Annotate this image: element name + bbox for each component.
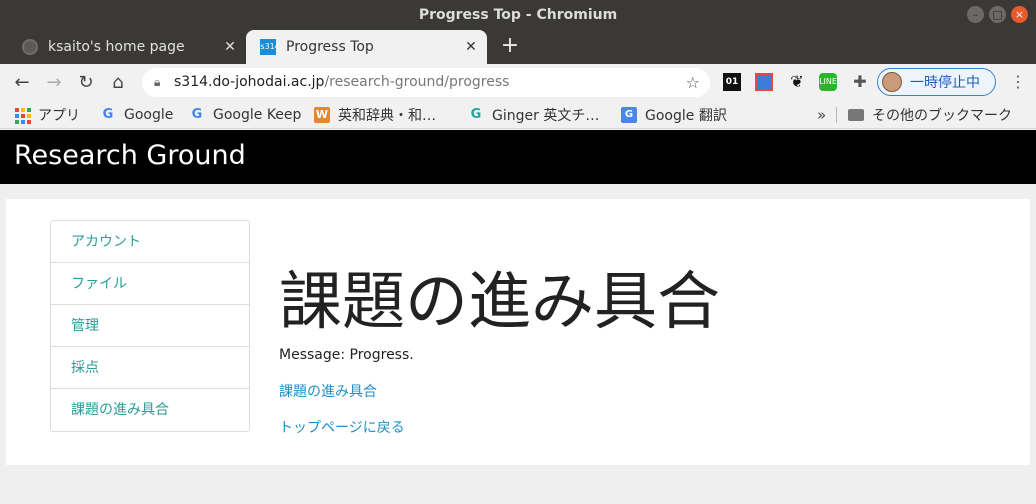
tab-ksaito-home[interactable]: ksaito's home page ✕ (8, 30, 246, 64)
extension-image-icon[interactable] (755, 73, 773, 91)
extension-01-icon[interactable]: 01 (723, 73, 741, 91)
extension-line-icon[interactable]: LINE (819, 73, 837, 91)
sidebar-item-grading[interactable]: 採点 (51, 347, 249, 389)
close-window-icon[interactable]: × (1011, 6, 1028, 23)
ginger-icon: G (470, 107, 482, 122)
puzzle-icon[interactable]: ✚ (851, 73, 869, 91)
back-icon[interactable]: ← (9, 70, 35, 96)
bookmark-star-icon[interactable]: ☆ (686, 68, 700, 97)
sidebar-nav: アカウント ファイル 管理 採点 課題の進み具合 (50, 220, 250, 432)
s314-favicon-icon: s314 (260, 39, 279, 55)
site-brand[interactable]: Research Ground (14, 140, 246, 171)
status-message: Message: Progress. (279, 347, 414, 363)
tab-label: Progress Top (286, 39, 374, 55)
window-titlebar: Progress Top - Chromium – □ × (0, 0, 1036, 30)
sidebar-item-admin[interactable]: 管理 (51, 305, 249, 347)
bookmark-label: Google (124, 107, 174, 123)
browser-toolbar: ← → ↻ ⌂ 🔒︎ s314.do-johodai.ac.jp/researc… (0, 64, 1036, 101)
folder-icon (848, 109, 864, 121)
kebab-menu-icon[interactable]: ⋮ (1008, 72, 1028, 92)
page-viewport: Research Ground アカウント ファイル 管理 採点 課題の進み具合… (0, 130, 1036, 504)
bookmark-label: Google Keep (213, 107, 302, 123)
bookmark-google-keep[interactable]: G Google Keep (189, 101, 302, 129)
google-icon: G (191, 107, 203, 122)
avatar (882, 72, 902, 92)
weblio-icon: W (314, 107, 330, 123)
bookmark-label: その他のブックマーク (872, 108, 1012, 124)
minimize-icon[interactable]: – (967, 6, 984, 23)
bookmark-weblio[interactable]: W 英和辞典・和… (314, 101, 436, 129)
content-panel: アカウント ファイル 管理 採点 課題の進み具合 課題の進み具合 Message… (6, 199, 1030, 465)
sidebar-item-account[interactable]: アカウント (51, 221, 249, 263)
tab-strip: ksaito's home page ✕ s314 Progress Top ✕… (0, 30, 1036, 64)
chevron-double-right-icon[interactable]: » (817, 101, 826, 129)
url-text[interactable]: s314.do-johodai.ac.jp/research-ground/pr… (174, 68, 509, 97)
page-title: 課題の進み具合 (279, 265, 720, 338)
url-path: /research-ground/progress (324, 74, 510, 90)
sidebar-item-progress[interactable]: 課題の進み具合 (51, 389, 249, 431)
progress-link[interactable]: 課題の進み具合 (279, 381, 377, 401)
bookmark-google-translate[interactable]: G Google 翻訳 (621, 101, 727, 129)
profile-button[interactable]: 一時停止中 (877, 68, 996, 96)
extension-gnome-foot-icon[interactable]: ❦ (788, 73, 806, 91)
window-title: Progress Top - Chromium (418, 7, 618, 23)
close-icon[interactable]: ✕ (461, 39, 481, 55)
google-icon: G (102, 107, 114, 122)
site-header: Research Ground (0, 130, 1036, 184)
bookmark-label: Google 翻訳 (645, 108, 727, 124)
close-icon[interactable]: ✕ (220, 39, 240, 55)
window-controls: – □ × (967, 6, 1028, 23)
bookmark-label: 英和辞典・和… (338, 108, 436, 124)
bookmark-google[interactable]: G Google (100, 101, 174, 129)
bookmark-label: Ginger 英文チ… (492, 108, 600, 124)
bookmark-label: アプリ (38, 108, 80, 124)
tab-label: ksaito's home page (48, 39, 185, 55)
apps-icon (14, 107, 31, 124)
reload-icon[interactable]: ↻ (73, 70, 99, 96)
lock-icon[interactable]: 🔒︎ (154, 68, 160, 97)
bookmark-ginger[interactable]: G Ginger 英文チ… (468, 101, 600, 129)
maximize-icon[interactable]: □ (989, 6, 1006, 23)
home-icon[interactable]: ⌂ (105, 70, 131, 96)
bookmark-other[interactable]: その他のブックマーク (848, 101, 1012, 129)
url-host: s314.do-johodai.ac.jp (174, 74, 325, 90)
profile-label: 一時停止中 (910, 75, 980, 91)
tab-progress-top[interactable]: s314 Progress Top ✕ (246, 30, 487, 64)
forward-icon[interactable]: → (41, 70, 67, 96)
divider (836, 107, 837, 123)
bookmark-apps[interactable]: アプリ (14, 101, 80, 129)
google-translate-icon: G (621, 107, 637, 123)
bookmarks-bar: アプリ G Google G Google Keep W 英和辞典・和… G G… (0, 101, 1036, 129)
globe-icon (22, 39, 38, 55)
sidebar-item-files[interactable]: ファイル (51, 263, 249, 305)
address-bar[interactable]: 🔒︎ s314.do-johodai.ac.jp/research-ground… (142, 68, 710, 97)
new-tab-icon[interactable]: + (498, 34, 522, 58)
back-to-top-link[interactable]: トップページに戻る (279, 417, 405, 437)
